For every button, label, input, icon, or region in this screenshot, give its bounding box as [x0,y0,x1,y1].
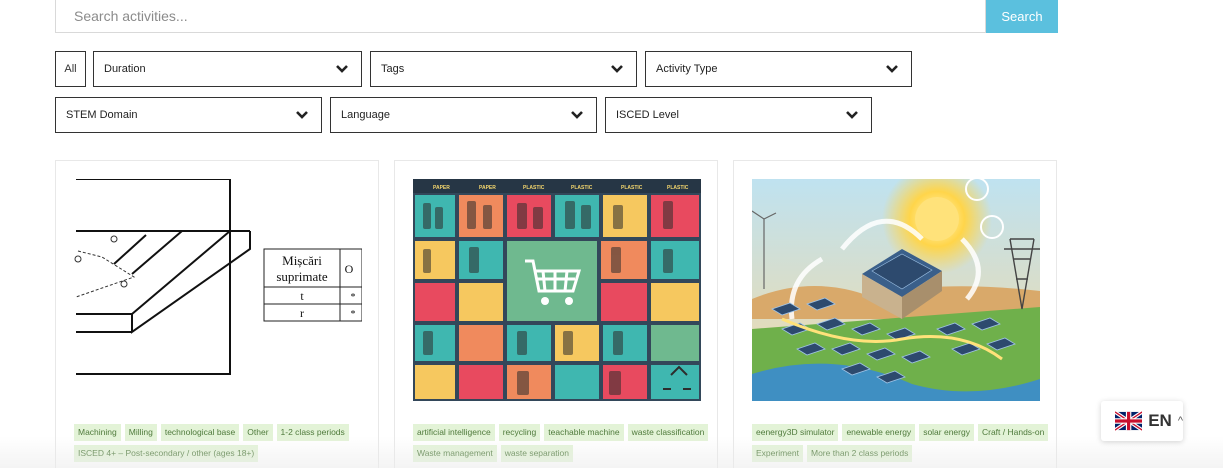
search-button[interactable]: Search [986,0,1058,33]
banner-word: PLASTIC [667,185,689,191]
activity-card[interactable]: eenergy3D simulator enewable energy sola… [733,160,1057,468]
language-code: EN [1148,411,1172,430]
activity-card[interactable]: PAPER PAPER PLASTIC PLASTIC PLASTIC PLAS… [394,160,718,468]
tag[interactable]: recycling [498,424,541,441]
activity-image-recycling[interactable]: PAPER PAPER PLASTIC PLASTIC PLASTIC PLAS… [413,179,701,401]
tag-list: eenergy3D simulator enewable energy sola… [752,424,1052,462]
activity-type-select[interactable]: Activity Type [645,51,912,87]
technical-drawing-illustration: Mișcări suprimate O t r * * [74,179,362,401]
search-bar: Search [55,0,1058,33]
tags-select[interactable]: Tags [370,51,637,87]
activity-type-select-label: Activity Type [656,63,718,75]
tag[interactable]: enewable energy [842,424,916,441]
tag[interactable]: solar energy [919,424,974,441]
chevron-down-icon [296,111,308,119]
tag[interactable]: Waste management [413,445,497,462]
tag-list: artificial intelligence recycling teacha… [413,424,713,462]
tag[interactable]: Milling [124,424,157,441]
recycling-collage-illustration: PAPER PAPER PLASTIC PLASTIC PLASTIC PLAS… [413,179,701,401]
tag[interactable]: eenergy3D simulator [752,424,839,441]
all-filter-button[interactable]: All [55,51,86,87]
banner-word: PAPER [479,185,496,191]
tag[interactable]: waste separation [500,445,574,462]
banner-word: PAPER [433,185,450,191]
table-cell-mark: * [351,309,356,320]
chevron-down-icon [886,65,898,73]
activity-image-solar-energy[interactable] [752,179,1040,401]
tag-list: Machining Milling technological base Oth… [74,424,374,462]
isced-level-select[interactable]: ISCED Level [605,97,872,133]
tag[interactable]: technological base [160,424,240,441]
tag[interactable]: Craft / Hands-on [977,424,1049,441]
language-select[interactable]: Language [330,97,597,133]
activity-card[interactable]: Mișcări suprimate O t r * * Machining Mi… [55,160,379,468]
banner-word: PLASTIC [621,185,643,191]
search-input[interactable] [55,0,986,33]
table-cell-mark: * [351,292,356,303]
tag[interactable]: Other [243,424,273,441]
table-col2-header: O [345,262,354,276]
language-select-label: Language [341,109,390,121]
stem-domain-select-label: STEM Domain [66,109,138,121]
chevron-up-icon: ^ [1177,415,1183,427]
isced-level-select-label: ISCED Level [616,109,679,121]
activity-image-technical-drawing[interactable]: Mișcări suprimate O t r * * [74,179,362,401]
banner-word: PLASTIC [571,185,593,191]
chevron-down-icon [336,65,348,73]
chevron-down-icon [611,65,623,73]
chevron-down-icon [846,111,858,119]
banner-word: PLASTIC [523,185,545,191]
tag[interactable]: ISCED 4+ – Post-secondary / other (ages … [74,445,259,462]
tag[interactable]: 1-2 class periods [276,424,349,441]
solar-energy-illustration [752,179,1040,401]
duration-select-label: Duration [104,63,146,75]
tag[interactable]: Machining [74,424,121,441]
tag[interactable]: Experiment [752,445,803,462]
table-header-line1: Mișcări [282,253,322,268]
tag[interactable]: waste classification [627,424,709,441]
table-row2-label: r [300,306,304,320]
tag[interactable]: More than 2 class periods [807,445,913,462]
stem-domain-select[interactable]: STEM Domain [55,97,322,133]
tags-select-label: Tags [381,63,405,75]
chevron-down-icon [571,111,583,119]
table-header-line2: suprimate [276,269,327,284]
tag[interactable]: teachable machine [544,424,624,441]
duration-select[interactable]: Duration [93,51,362,87]
uk-flag-icon [1115,411,1143,431]
language-switcher[interactable]: EN ^ [1101,401,1183,441]
tag[interactable]: artificial intelligence [413,424,495,441]
